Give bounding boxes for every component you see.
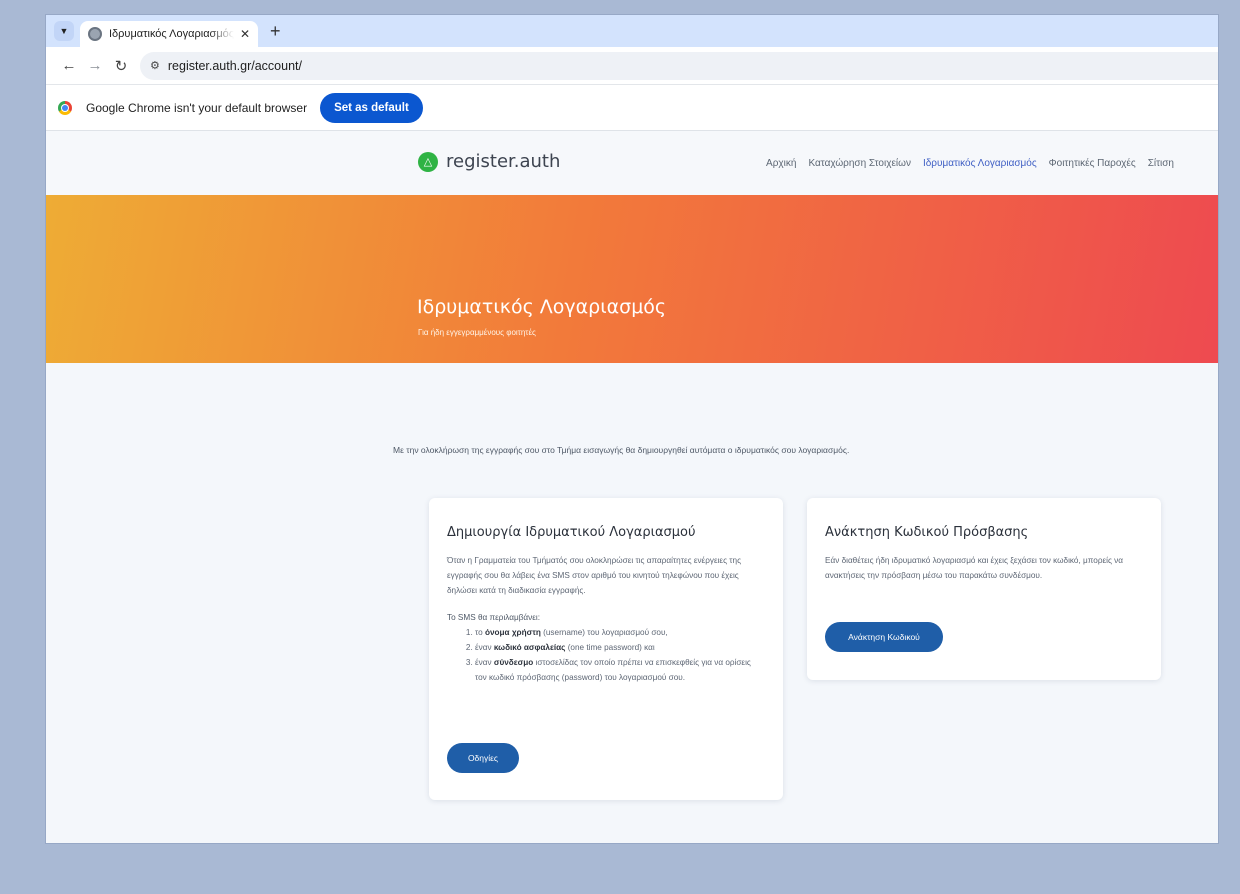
nav-link-institutional-account[interactable]: Ιδρυματικός Λογαριασμός <box>923 158 1037 169</box>
list-item-text: (username) του λογαριασμού σου, <box>540 628 668 637</box>
sms-heading: Το SMS θα περιλαμβάνει: <box>447 613 540 622</box>
list-item: έναν κωδικό ασφαλείας (one time password… <box>475 640 763 655</box>
forward-arrow-icon[interactable]: → <box>82 57 108 74</box>
browser-tab-active[interactable]: Ιδρυματικός Λογαριασμός – Σύ ✕ <box>80 21 258 47</box>
back-arrow-icon[interactable]: ← <box>56 57 82 74</box>
recover-password-title: Ανάκτηση Κωδικού Πρόσβασης <box>825 525 1029 540</box>
nav-link-registration[interactable]: Καταχώρηση Στοιχείων <box>808 158 911 169</box>
close-tab-icon[interactable]: ✕ <box>240 27 250 41</box>
browser-window: ▼ Ιδρυματικός Λογαριασμός – Σύ ✕ + ← → ↻… <box>46 15 1218 843</box>
site-brand[interactable]: △ register.auth <box>418 151 560 172</box>
instructions-button[interactable]: Οδηγίες <box>447 743 519 773</box>
set-as-default-button[interactable]: Set as default <box>320 92 423 123</box>
brand-logo-icon: △ <box>418 151 438 172</box>
new-tab-plus-icon[interactable]: + <box>270 22 281 40</box>
brand-name: register.auth <box>446 151 561 172</box>
page-subtitle: Για ήδη εγγεγραμμένους φοιτητές <box>418 328 536 337</box>
recover-password-button[interactable]: Ανάκτηση Κωδικού <box>825 622 943 652</box>
site-info-icon[interactable]: ⚙︎ <box>150 59 160 72</box>
address-bar[interactable]: ⚙︎ register.auth.gr/account/ <box>140 51 1218 80</box>
main-content: Με την ολοκλήρωση της εγγραφής σου στο Τ… <box>46 363 1218 843</box>
list-item-bold: σύνδεσμο <box>493 658 534 667</box>
nav-link-meals[interactable]: Σίτιση <box>1148 158 1174 169</box>
reload-icon[interactable]: ↻ <box>108 57 134 75</box>
list-item-text: (one time password) και <box>565 643 655 652</box>
tab-title: Ιδρυματικός Λογαριασμός – Σύ <box>109 28 234 40</box>
list-item: το όνομα χρήστη (username) του λογαριασμ… <box>475 625 763 640</box>
chrome-logo-icon <box>58 100 72 115</box>
sms-contents-list: το όνομα χρήστη (username) του λογαριασμ… <box>465 625 763 685</box>
address-url: register.auth.gr/account/ <box>167 58 302 73</box>
create-account-title: Δημιουργία Ιδρυματικού Λογαριασμού <box>447 525 696 540</box>
hero-banner: Ιδρυματικός Λογαριασμός Για ήδη εγγεγραμ… <box>46 195 1218 363</box>
recover-password-body: Εάν διαθέτεις ήδη ιδρυματικό λογαριασμό … <box>825 556 1123 580</box>
recover-password-card: Ανάκτηση Κωδικού Πρόσβασης Εάν διαθέτεις… <box>807 498 1161 680</box>
nav-link-student-benefits[interactable]: Φοιτητικές Παροχές <box>1049 158 1136 169</box>
list-item-text: έναν <box>475 658 494 667</box>
nav-link-home[interactable]: Αρχική <box>766 158 796 169</box>
default-browser-infobar: Google Chrome isn't your default browser… <box>46 85 1218 131</box>
create-account-card: Δημιουργία Ιδρυματικού Λογαριασμού Όταν … <box>429 498 783 800</box>
page-title: Ιδρυματικός Λογαριασμός <box>417 296 667 318</box>
create-account-body: Όταν η Γραμματεία του Τμήματός σου ολοκλ… <box>447 556 742 595</box>
site-nav: Αρχική Καταχώρηση Στοιχείων Ιδρυματικός … <box>766 158 1174 169</box>
tab-search-chevron-icon[interactable]: ▼ <box>54 21 74 41</box>
intro-text: Με την ολοκλήρωση της εγγραφής σου στο Τ… <box>393 445 850 455</box>
list-item-text: έναν <box>475 643 494 652</box>
tab-strip: ▼ Ιδρυματικός Λογαριασμός – Σύ ✕ + <box>46 15 1218 47</box>
site-header: △ register.auth Αρχική Καταχώρηση Στοιχε… <box>46 131 1218 195</box>
favicon-icon <box>88 27 102 41</box>
list-item-bold: κωδικό ασφαλείας <box>493 643 566 652</box>
list-item: έναν σύνδεσμο ιστοσελίδας τον οποίο πρέπ… <box>475 655 763 685</box>
infobar-message: Google Chrome isn't your default browser <box>86 100 308 115</box>
list-item-bold: όνομα χρήστη <box>484 628 541 637</box>
browser-toolbar: ← → ↻ ⚙︎ register.auth.gr/account/ <box>46 47 1218 85</box>
list-item-text: το <box>475 628 485 637</box>
